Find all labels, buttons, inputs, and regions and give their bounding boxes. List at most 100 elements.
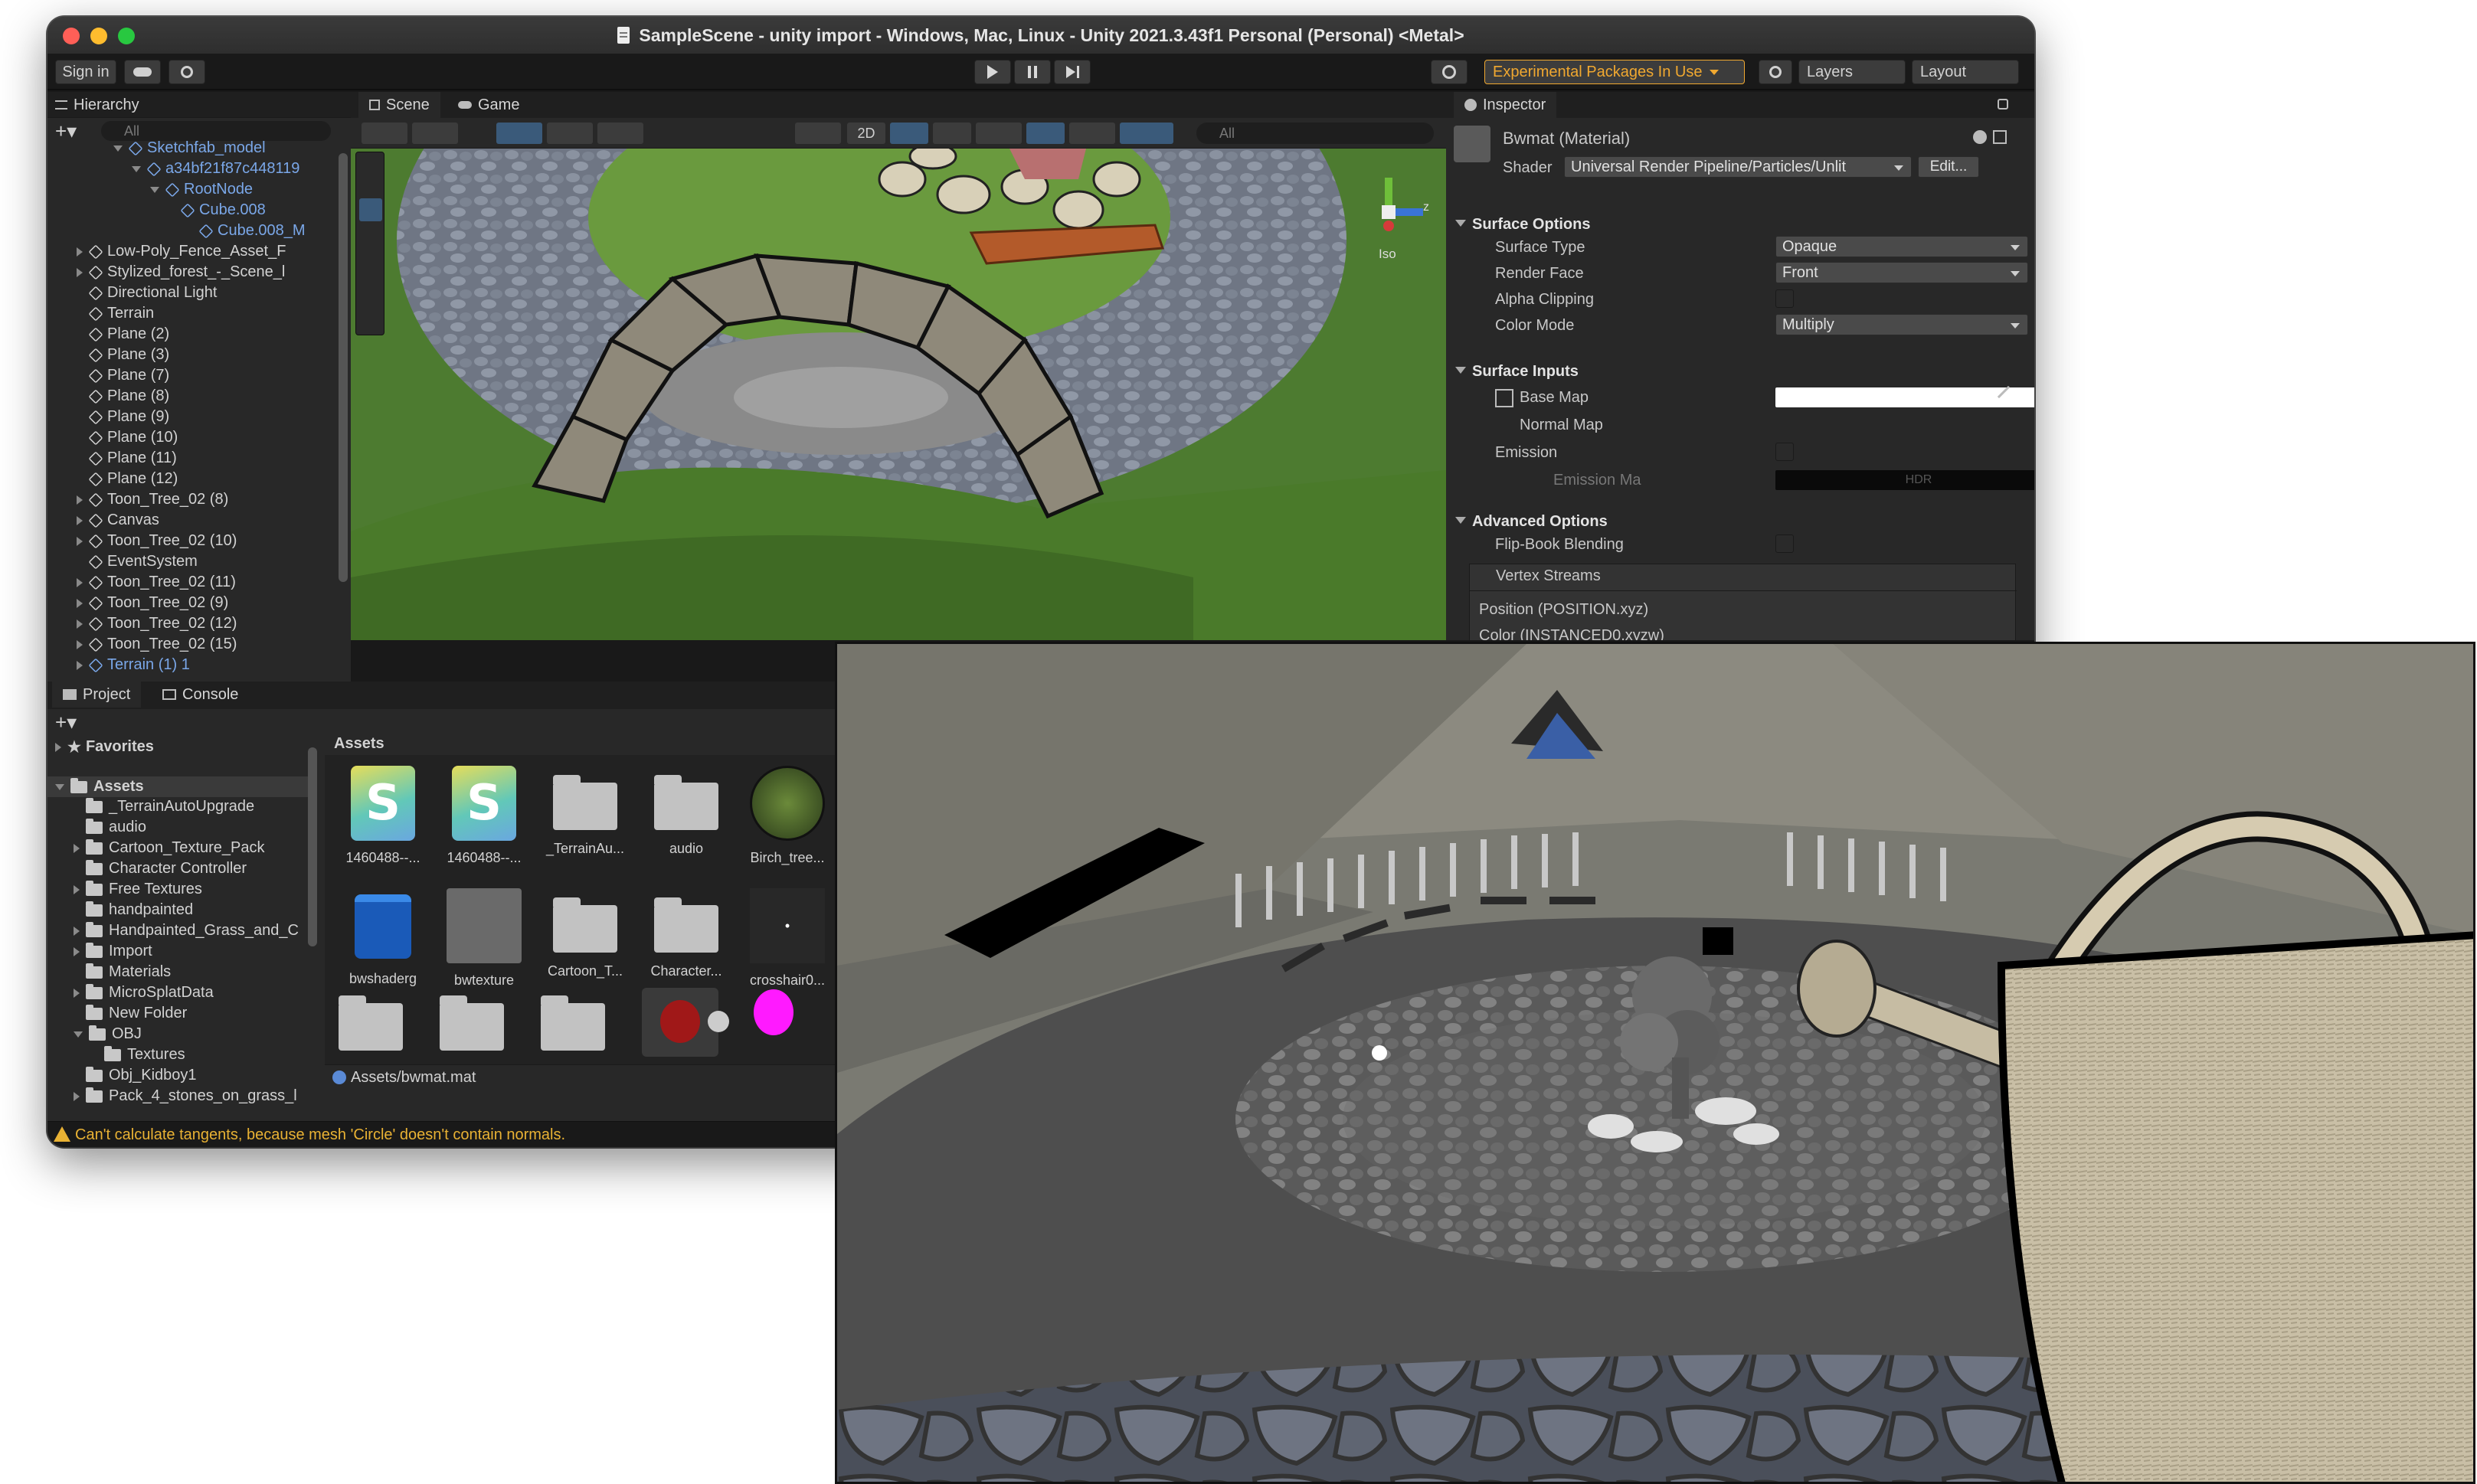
expand-arrow-icon[interactable]	[77, 598, 83, 608]
hierarchy-scrollbar[interactable]	[339, 153, 348, 582]
vertex-stream-position[interactable]: Position (POSITION.xyz)	[1479, 601, 1648, 619]
folder-icon[interactable]	[541, 995, 605, 1051]
gizmo-projection-label[interactable]: Iso	[1379, 247, 1396, 262]
vertex-stream-color[interactable]: Color (INSTANCED0.xyzw)	[1479, 627, 1664, 640]
hierarchy-item[interactable]: a34bf21f87c448119	[47, 159, 339, 179]
hierarchy-item[interactable]: Canvas	[47, 510, 339, 531]
tab-project[interactable]: Project	[52, 682, 142, 708]
play-button[interactable]	[974, 60, 1011, 84]
hierarchy-item[interactable]: Toon_Tree_02 (10)	[47, 531, 339, 551]
assets-root-item[interactable]: Assets	[47, 776, 308, 797]
sign-in-button[interactable]: Sign in	[55, 60, 116, 84]
apple-icon[interactable]	[642, 988, 718, 1057]
cloud-button[interactable]	[124, 60, 161, 84]
hierarchy-item[interactable]: Plane (7)	[47, 365, 339, 386]
emission-checkbox[interactable]	[1775, 443, 1794, 461]
hierarchy-item[interactable]: RootNode	[47, 179, 339, 200]
project-folder-item[interactable]: Pack_4_stones_on_grass_l	[47, 1086, 308, 1106]
increment-snap-button[interactable]	[597, 123, 643, 144]
asset-item[interactable]: S 1460488--...	[337, 766, 429, 866]
grid-snap-button[interactable]	[547, 123, 593, 144]
project-folder-item[interactable]: New Folder	[47, 1003, 308, 1024]
orientation-gizmo[interactable]: z Iso	[1346, 170, 1431, 261]
rect-tool-icon[interactable]	[359, 281, 382, 304]
folder-icon[interactable]	[440, 995, 504, 1051]
asset-item[interactable]: Cartoon_T...	[539, 888, 631, 979]
expand-arrow-icon[interactable]	[77, 577, 83, 587]
rotate-tool-icon[interactable]	[359, 226, 382, 249]
project-folder-item[interactable]: Cartoon_Texture_Pack	[47, 838, 308, 858]
project-add-button[interactable]: +▾	[55, 711, 77, 734]
lighting-toggle[interactable]	[890, 123, 928, 144]
audio-toggle[interactable]	[933, 123, 971, 144]
scene-viewport[interactable]: z Iso	[351, 149, 1446, 640]
expand-arrow-icon[interactable]	[132, 165, 141, 172]
folder-tree-scrollbar[interactable]	[308, 747, 317, 946]
expand-arrow-icon[interactable]	[77, 515, 83, 525]
project-folder-item[interactable]: _TerrainAutoUpgrade	[47, 796, 308, 817]
camera-dropdown[interactable]	[1069, 123, 1115, 144]
asset-item[interactable]: Character...	[640, 888, 732, 979]
mode-2d-button[interactable]: 2D	[847, 123, 885, 144]
draw-mode-button[interactable]	[362, 123, 407, 144]
tab-inspector[interactable]: Inspector	[1454, 92, 1557, 118]
scene-search-input[interactable]: All	[1196, 123, 1434, 144]
expand-arrow-icon[interactable]	[77, 639, 83, 649]
play-preview-icon[interactable]	[708, 1011, 729, 1032]
folder-icon[interactable]	[339, 995, 403, 1051]
expand-arrow-icon[interactable]	[74, 926, 80, 936]
hierarchy-item[interactable]: EventSystem	[47, 551, 339, 572]
project-folder-item[interactable]: Free Textures	[47, 879, 308, 900]
asset-item[interactable]: _TerrainAu...	[539, 766, 631, 857]
project-folder-item[interactable]: Textures	[47, 1044, 308, 1065]
hierarchy-item[interactable]: Directional Light	[47, 283, 339, 303]
hierarchy-item[interactable]: Sketchfab_model	[47, 138, 339, 159]
asset-item[interactable]: S 1460488--...	[438, 766, 530, 866]
surface-options-header[interactable]: Surface Options	[1446, 211, 2034, 237]
minimize-window-button[interactable]	[90, 28, 107, 44]
hierarchy-item[interactable]: Plane (10)	[47, 427, 339, 448]
expand-arrow-icon[interactable]	[77, 247, 83, 257]
expand-arrow-icon[interactable]	[150, 186, 159, 193]
project-folder-item[interactable]: Character Controller	[47, 858, 308, 879]
texture-slot-icon[interactable]	[1495, 389, 1513, 407]
hierarchy-item[interactable]: Stylized_forest_-_Scene_l	[47, 262, 339, 283]
visibility-toggle[interactable]	[1026, 123, 1065, 144]
project-folder-item[interactable]: OBJ	[47, 1024, 308, 1044]
undo-history-button[interactable]	[1431, 60, 1468, 84]
project-folder-item[interactable]: MicroSplatData	[47, 982, 308, 1003]
hierarchy-item[interactable]: Toon_Tree_02 (12)	[47, 613, 339, 634]
hierarchy-item[interactable]: Toon_Tree_02 (15)	[47, 634, 339, 655]
project-folder-item[interactable]: handpainted	[47, 900, 308, 920]
project-folder-item[interactable]: Materials	[47, 962, 308, 982]
search-button[interactable]	[1759, 60, 1792, 84]
asset-item[interactable]: audio	[640, 766, 732, 857]
emission-color-field[interactable]: HDR	[1775, 470, 2034, 490]
expand-arrow-icon[interactable]	[77, 619, 83, 629]
hierarchy-tab[interactable]: Hierarchy	[55, 92, 139, 118]
expand-arrow-icon[interactable]	[74, 946, 80, 956]
color-mode-dropdown[interactable]: Multiply	[1775, 314, 2028, 335]
hierarchy-item[interactable]: Plane (2)	[47, 324, 339, 345]
favorites-item[interactable]: ★ Favorites	[47, 737, 308, 757]
breadcrumb[interactable]: Assets	[334, 735, 384, 753]
hierarchy-item[interactable]: Plane (3)	[47, 345, 339, 365]
expand-arrow-icon[interactable]	[74, 1031, 83, 1038]
shader-edit-button[interactable]: Edit...	[1918, 156, 1979, 178]
close-window-button[interactable]	[63, 28, 80, 44]
hierarchy-item[interactable]: Plane (8)	[47, 386, 339, 407]
hierarchy-item[interactable]: Plane (12)	[47, 469, 339, 489]
tab-game[interactable]: Game	[458, 92, 519, 118]
step-button[interactable]	[1054, 60, 1091, 84]
shading-mode-button[interactable]	[795, 123, 841, 144]
hierarchy-item[interactable]: Plane (11)	[47, 448, 339, 469]
layout-dropdown[interactable]: Layout	[1912, 60, 2019, 84]
flipbook-checkbox[interactable]	[1775, 534, 1794, 553]
hierarchy-item[interactable]: Terrain (1) 1	[47, 655, 339, 675]
advanced-options-header[interactable]: Advanced Options	[1446, 508, 2034, 534]
expand-arrow-icon[interactable]	[113, 145, 123, 152]
surface-inputs-header[interactable]: Surface Inputs	[1446, 358, 2034, 384]
scale-tool-icon[interactable]	[359, 253, 382, 276]
zoom-window-button[interactable]	[118, 28, 135, 44]
expand-arrow-icon[interactable]	[77, 267, 83, 277]
